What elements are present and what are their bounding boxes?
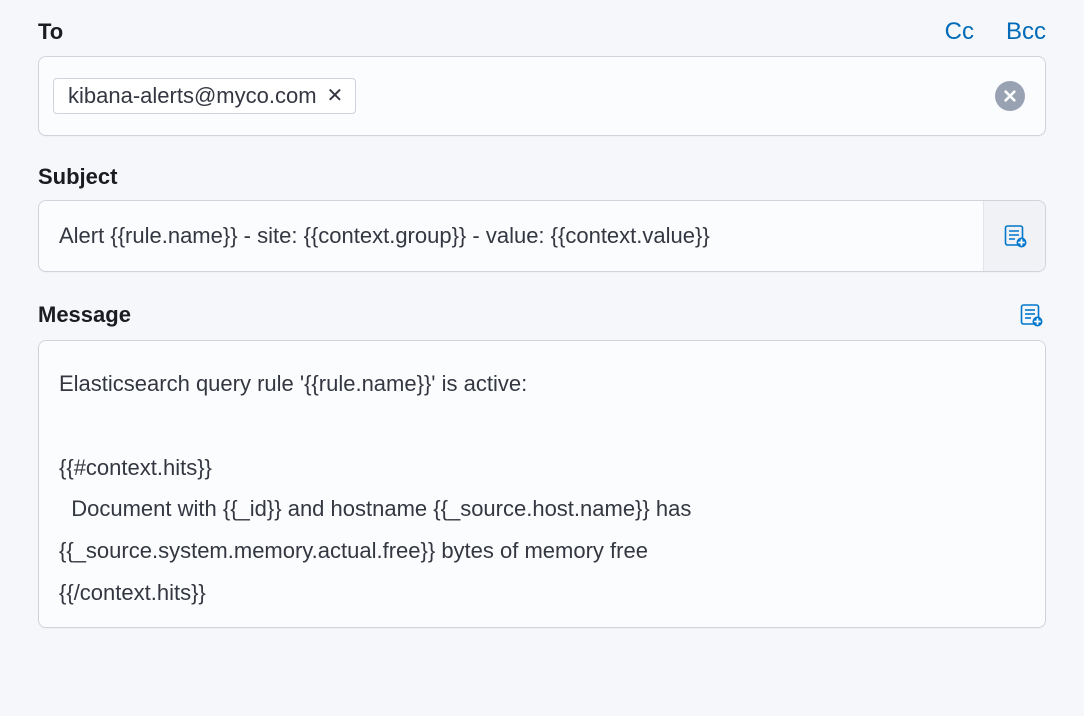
insert-variable-message-button[interactable]: [1016, 300, 1046, 330]
recipient-email: kibana-alerts@myco.com: [68, 83, 317, 109]
to-field-block: To Cc Bcc kibana-alerts@myco.com ✕: [38, 18, 1046, 136]
cc-button[interactable]: Cc: [945, 18, 974, 46]
cc-bcc-group: Cc Bcc: [945, 18, 1046, 46]
message-label: Message: [38, 302, 131, 328]
message-label-row: Message: [38, 300, 1046, 330]
remove-pill-icon[interactable]: ✕: [327, 86, 344, 106]
bcc-button[interactable]: Bcc: [1006, 18, 1046, 46]
message-textarea[interactable]: [38, 340, 1046, 628]
to-input[interactable]: kibana-alerts@myco.com ✕: [38, 56, 1046, 136]
to-label: To: [38, 19, 63, 45]
subject-label: Subject: [38, 164, 117, 190]
subject-row: [38, 200, 1046, 272]
recipient-pill[interactable]: kibana-alerts@myco.com ✕: [53, 78, 356, 114]
insert-variable-subject-button[interactable]: [983, 201, 1045, 271]
clear-recipients-button[interactable]: [995, 81, 1025, 111]
subject-field-block: Subject: [38, 164, 1046, 272]
subject-input[interactable]: [39, 201, 983, 271]
to-label-row: To Cc Bcc: [38, 18, 1046, 46]
email-form: To Cc Bcc kibana-alerts@myco.com ✕ Subje…: [0, 0, 1084, 691]
message-field-block: Message: [38, 300, 1046, 633]
insert-variable-icon: [1019, 303, 1043, 327]
insert-variable-icon: [1003, 224, 1027, 248]
close-icon: [1003, 89, 1017, 103]
subject-label-row: Subject: [38, 164, 1046, 190]
